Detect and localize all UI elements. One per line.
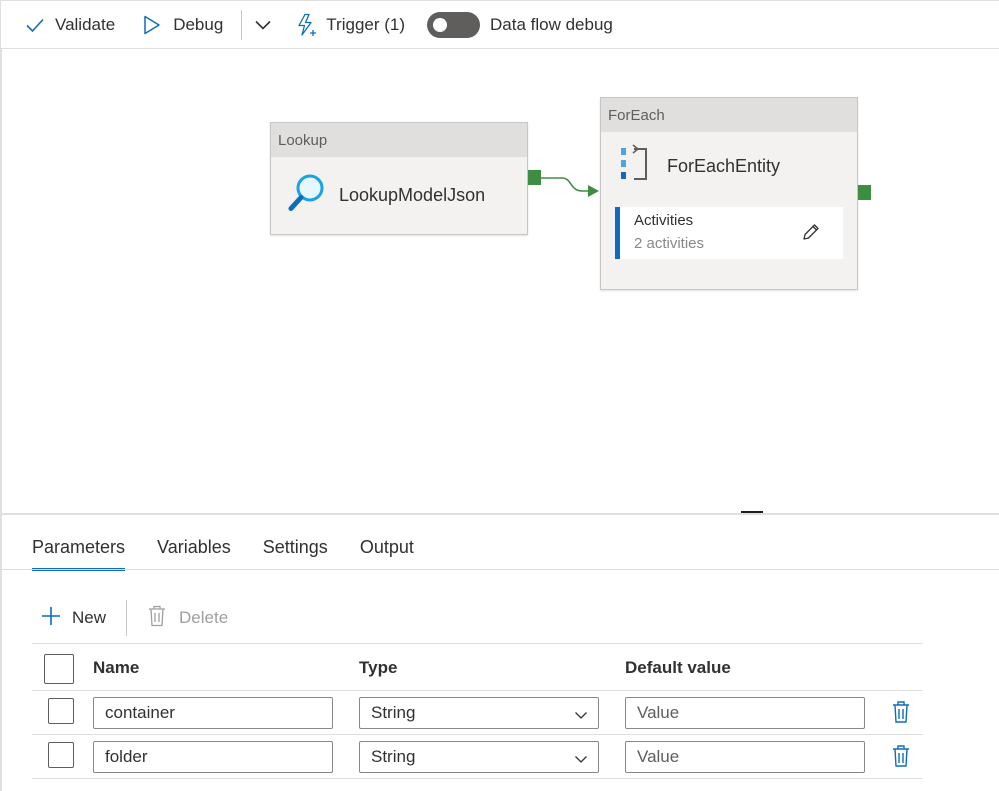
chevron-down-icon bbox=[254, 19, 272, 31]
column-header-type: Type bbox=[359, 658, 398, 677]
delete-parameter-button[interactable]: Delete bbox=[147, 605, 228, 632]
delete-row-trash-icon[interactable] bbox=[891, 700, 911, 729]
properties-panel: Parameters Variables Settings Output New… bbox=[0, 513, 999, 791]
parameter-name-input[interactable]: container bbox=[93, 697, 333, 729]
row-checkbox[interactable] bbox=[48, 742, 74, 768]
parameter-default-input[interactable]: Value bbox=[625, 697, 865, 729]
foreach-activity-name: ForEachEntity bbox=[667, 155, 781, 176]
trigger-lightning-icon bbox=[296, 13, 318, 37]
validate-button[interactable]: Validate bbox=[25, 1, 115, 48]
foreach-activity[interactable]: ForEach ForEachEntity Activities 2 activ… bbox=[600, 97, 858, 290]
trash-icon bbox=[147, 605, 167, 632]
pipeline-canvas[interactable]: Lookup LookupModelJson ForEach ForEachEn… bbox=[0, 49, 999, 513]
parameter-default-input[interactable]: Value bbox=[625, 741, 865, 773]
validate-label: Validate bbox=[55, 14, 116, 34]
lookup-search-icon bbox=[287, 172, 327, 219]
dataflow-debug-toggle[interactable] bbox=[427, 11, 481, 38]
type-value: String bbox=[371, 703, 416, 722]
delete-label: Delete bbox=[179, 608, 229, 627]
foreach-activities-box[interactable]: Activities 2 activities bbox=[615, 207, 843, 259]
parameter-type-select[interactable]: String bbox=[359, 697, 599, 729]
chevron-down-icon bbox=[574, 706, 588, 726]
tab-parameters[interactable]: Parameters bbox=[32, 535, 126, 571]
select-all-checkbox[interactable] bbox=[44, 654, 74, 684]
row-checkbox[interactable] bbox=[48, 698, 74, 724]
toolbar-divider bbox=[241, 9, 243, 40]
tab-output[interactable]: Output bbox=[360, 535, 414, 571]
tabs-divider bbox=[2, 569, 999, 570]
new-parameter-button[interactable]: New bbox=[40, 605, 106, 632]
lookup-activity[interactable]: Lookup LookupModelJson bbox=[270, 122, 528, 235]
chevron-down-icon bbox=[574, 750, 588, 770]
debug-button[interactable]: Debug bbox=[143, 1, 223, 48]
parameter-type-select[interactable]: String bbox=[359, 741, 599, 773]
type-value: String bbox=[371, 747, 416, 766]
parameters-table: Name Type Default value container String… bbox=[32, 643, 923, 779]
tab-variables[interactable]: Variables bbox=[157, 535, 231, 571]
tab-settings[interactable]: Settings bbox=[263, 535, 328, 571]
trigger-button[interactable]: Trigger (1) bbox=[296, 1, 405, 48]
play-icon bbox=[143, 15, 161, 35]
plus-icon bbox=[40, 605, 62, 632]
pipeline-toolbar: Validate Debug Trigger (1) Data flow deb… bbox=[0, 0, 999, 49]
table-row: folder String Value bbox=[32, 735, 923, 779]
debug-label: Debug bbox=[173, 14, 224, 34]
toggle-knob bbox=[433, 17, 448, 32]
lookup-activity-name: LookupModelJson bbox=[339, 184, 486, 205]
foreach-icon bbox=[619, 143, 651, 189]
foreach-activity-type: ForEach bbox=[601, 98, 857, 132]
panel-tabs: Parameters Variables Settings Output bbox=[32, 535, 446, 571]
column-header-default: Default value bbox=[625, 658, 731, 677]
foreach-output-port[interactable] bbox=[858, 185, 871, 200]
column-header-name: Name bbox=[93, 658, 140, 677]
lookup-output-port[interactable] bbox=[528, 170, 541, 185]
actions-divider bbox=[126, 600, 128, 636]
table-row: container String Value bbox=[32, 691, 923, 735]
parameter-name-input[interactable]: folder bbox=[93, 741, 333, 773]
debug-options-dropdown[interactable] bbox=[254, 1, 272, 48]
delete-row-trash-icon[interactable] bbox=[891, 744, 911, 773]
trigger-label: Trigger (1) bbox=[326, 14, 406, 34]
pencil-edit-icon[interactable] bbox=[801, 222, 821, 247]
lookup-activity-type: Lookup bbox=[271, 123, 527, 157]
checkmark-icon bbox=[25, 15, 45, 35]
parameter-actions: New Delete bbox=[40, 600, 228, 636]
dataflow-debug-label: Data flow debug bbox=[490, 14, 613, 34]
table-header: Name Type Default value bbox=[32, 643, 923, 691]
new-label: New bbox=[72, 608, 107, 627]
